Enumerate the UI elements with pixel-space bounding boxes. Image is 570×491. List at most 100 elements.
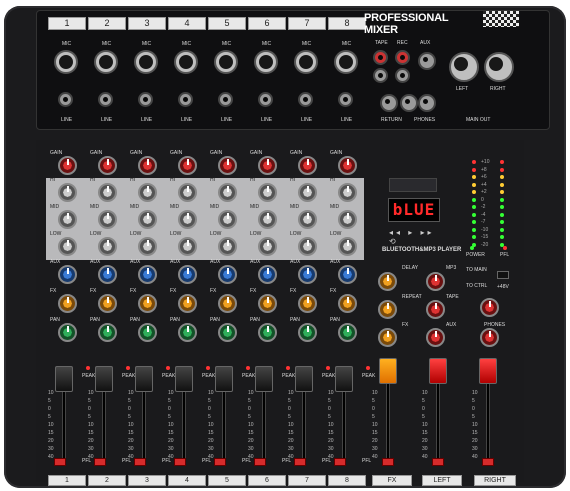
line-input-jack-1[interactable] [58,92,73,107]
phones-jack[interactable] [418,94,436,112]
aux-knob-ch2[interactable] [98,265,117,284]
line-input-jack-5[interactable] [218,92,233,107]
pan-knob-ch7[interactable] [298,323,317,342]
pfl-button-ch4[interactable] [174,458,186,466]
fader-knob-9[interactable] [379,358,397,384]
fx-knob-ch5[interactable] [218,294,237,313]
hi-knob-ch6[interactable] [258,183,277,202]
aux-knob-ch3[interactable] [138,265,157,284]
pan-knob-ch8[interactable] [338,323,357,342]
fader-knob-2[interactable] [95,366,113,392]
main-pfl-knob[interactable] [480,298,499,317]
gain-knob-ch5[interactable] [218,156,237,175]
hi-knob-ch8[interactable] [338,183,357,202]
aux-knob-ch8[interactable] [338,265,357,284]
rec-out-right-jack[interactable] [395,68,410,83]
hi-knob-ch3[interactable] [138,183,157,202]
pan-knob-ch5[interactable] [218,323,237,342]
hi-knob-ch4[interactable] [178,183,197,202]
low-knob-ch6[interactable] [258,237,277,256]
mic-input-xlr-8[interactable] [334,50,358,74]
mic-input-xlr-3[interactable] [134,50,158,74]
mic-input-xlr-1[interactable] [54,50,78,74]
aux-knob-ch1[interactable] [58,265,77,284]
pfl-button-ch8[interactable] [334,458,346,466]
gain-knob-ch8[interactable] [338,156,357,175]
line-input-jack-8[interactable] [338,92,353,107]
gain-knob-ch6[interactable] [258,156,277,175]
tape-in-right-jack[interactable] [373,68,388,83]
pfl-button-ch7[interactable] [294,458,306,466]
low-knob-ch4[interactable] [178,237,197,256]
mic-input-xlr-5[interactable] [214,50,238,74]
fx-repeat-knob[interactable] [378,300,397,319]
mid-knob-ch2[interactable] [98,210,117,229]
low-knob-ch8[interactable] [338,237,357,256]
mute-button-10[interactable] [432,458,444,466]
hi-knob-ch2[interactable] [98,183,117,202]
fx-knob-ch4[interactable] [178,294,197,313]
aux-knob-ch4[interactable] [178,265,197,284]
fx-knob-ch7[interactable] [298,294,317,313]
hi-knob-ch1[interactable] [58,183,77,202]
line-input-jack-3[interactable] [138,92,153,107]
mid-knob-ch6[interactable] [258,210,277,229]
low-knob-ch2[interactable] [98,237,117,256]
mic-input-xlr-6[interactable] [254,50,278,74]
fx-knob-ch8[interactable] [338,294,357,313]
line-input-jack-4[interactable] [178,92,193,107]
tape-in-left-jack[interactable] [373,50,388,65]
fader-knob-10[interactable] [429,358,447,384]
gain-knob-ch2[interactable] [98,156,117,175]
low-knob-ch1[interactable] [58,237,77,256]
line-input-jack-2[interactable] [98,92,113,107]
pan-knob-ch3[interactable] [138,323,157,342]
aux-knob-ch5[interactable] [218,265,237,284]
mid-knob-ch7[interactable] [298,210,317,229]
fx-delay-knob[interactable] [378,272,397,291]
gain-knob-ch3[interactable] [138,156,157,175]
return-left-jack[interactable] [380,94,398,112]
fader-knob-3[interactable] [135,366,153,392]
pfl-button-ch2[interactable] [94,458,106,466]
mic-input-xlr-4[interactable] [174,50,198,74]
gain-knob-ch4[interactable] [178,156,197,175]
low-knob-ch7[interactable] [298,237,317,256]
fader-knob-11[interactable] [479,358,497,384]
main-out-left-xlr[interactable] [449,52,479,82]
mid-knob-ch3[interactable] [138,210,157,229]
mic-input-xlr-7[interactable] [294,50,318,74]
fx-knob-ch3[interactable] [138,294,157,313]
aux-level-knob[interactable] [426,328,445,347]
pfl-button-ch5[interactable] [214,458,226,466]
pfl-button-ch1[interactable] [54,458,66,466]
fader-knob-5[interactable] [215,366,233,392]
pan-knob-ch2[interactable] [98,323,117,342]
mute-button-9[interactable] [382,458,394,466]
return-right-jack[interactable] [400,94,418,112]
pfl-button-ch6[interactable] [254,458,266,466]
to-main-switch[interactable] [497,271,509,279]
aux-send-jack[interactable] [418,52,436,70]
aux-knob-ch6[interactable] [258,265,277,284]
pan-knob-ch4[interactable] [178,323,197,342]
fx-knob-ch2[interactable] [98,294,117,313]
low-knob-ch5[interactable] [218,237,237,256]
hi-knob-ch5[interactable] [218,183,237,202]
mid-knob-ch4[interactable] [178,210,197,229]
mute-button-11[interactable] [482,458,494,466]
line-input-jack-6[interactable] [258,92,273,107]
mid-knob-ch8[interactable] [338,210,357,229]
fader-knob-8[interactable] [335,366,353,392]
rec-out-left-jack[interactable] [395,50,410,65]
line-input-jack-7[interactable] [298,92,313,107]
mid-knob-ch5[interactable] [218,210,237,229]
fx-knob-ch6[interactable] [258,294,277,313]
pan-knob-ch6[interactable] [258,323,277,342]
mp3-level-knob[interactable] [426,272,445,291]
gain-knob-ch1[interactable] [58,156,77,175]
mid-knob-ch1[interactable] [58,210,77,229]
player-transport-buttons[interactable]: ◂◂ ▸ ▸▸ ⟲ [389,228,441,246]
gain-knob-ch7[interactable] [298,156,317,175]
low-knob-ch3[interactable] [138,237,157,256]
